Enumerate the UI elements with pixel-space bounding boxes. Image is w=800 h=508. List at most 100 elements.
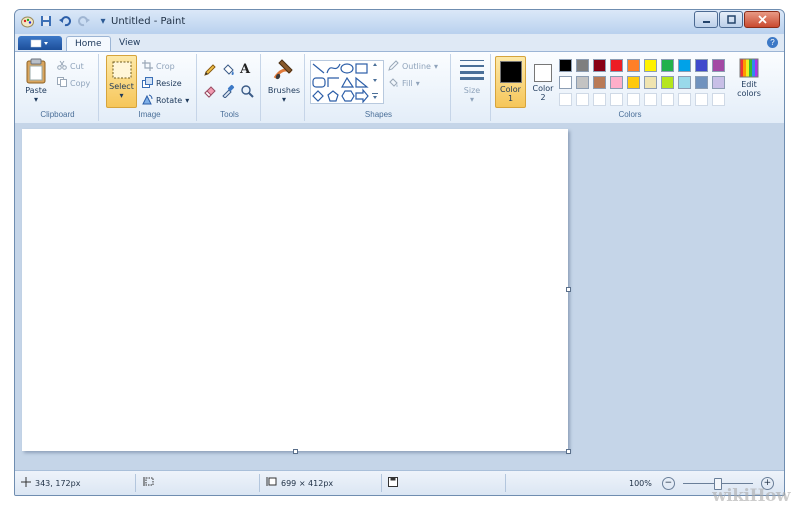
crop-button[interactable]: Crop	[142, 60, 175, 73]
zoom-out-button[interactable]: −	[661, 476, 675, 490]
custom-color-slot[interactable]	[610, 93, 623, 106]
color-palette	[559, 59, 731, 111]
custom-color-slot[interactable]	[695, 93, 708, 106]
palette-color-swatch[interactable]	[678, 76, 691, 89]
outline-button[interactable]: Outline ▾	[388, 60, 438, 73]
color2-number: 2	[540, 93, 546, 102]
eraser-tool[interactable]	[203, 84, 217, 100]
paint-app-icon[interactable]	[20, 14, 34, 28]
resize-handle-right[interactable]	[566, 287, 571, 292]
tools-group-label: Tools	[220, 110, 239, 119]
custom-color-slot[interactable]	[627, 93, 640, 106]
palette-color-swatch[interactable]	[644, 59, 657, 72]
color2-button[interactable]: Color 2	[529, 56, 557, 108]
size-dropdown-icon[interactable]: ▾	[456, 95, 488, 104]
palette-color-swatch[interactable]	[627, 59, 640, 72]
selection-size-icon	[143, 477, 154, 489]
paint-menu-button[interactable]	[18, 36, 62, 50]
palette-color-swatch[interactable]	[695, 76, 708, 89]
magnifier-icon	[240, 84, 254, 100]
select-label: Select	[109, 82, 134, 91]
color1-swatch	[499, 61, 522, 83]
minimize-button[interactable]	[694, 11, 718, 28]
select-dropdown-icon[interactable]: ▾	[107, 91, 136, 100]
fill-button[interactable]: Fill ▾	[388, 77, 420, 90]
edit-colors-button[interactable]: Edit colors	[733, 58, 765, 98]
custom-color-slot[interactable]	[559, 93, 572, 106]
copy-button[interactable]: Copy	[57, 77, 90, 89]
select-button[interactable]: Select ▾	[106, 55, 137, 108]
palette-color-swatch[interactable]	[712, 59, 725, 72]
customize-toolbar-icon[interactable]: ▾	[96, 14, 110, 28]
paste-button[interactable]: Paste ▾	[22, 58, 50, 104]
maximize-button[interactable]	[719, 11, 743, 28]
status-separator	[505, 474, 506, 492]
paste-dropdown-icon[interactable]: ▾	[22, 95, 50, 104]
wikihow-watermark: wikiHow	[712, 486, 790, 506]
outline-label: Outline	[402, 62, 431, 71]
redo-icon[interactable]	[77, 14, 91, 28]
shapes-gallery[interactable]	[310, 60, 384, 104]
color1-button[interactable]: Color 1	[495, 56, 526, 108]
custom-color-slot[interactable]	[661, 93, 674, 106]
resize-button[interactable]: Resize	[142, 77, 182, 90]
colors-group: Color 1 Color 2 Edit colors Colors	[493, 54, 767, 121]
palette-color-swatch[interactable]	[661, 76, 674, 89]
palette-color-swatch[interactable]	[559, 76, 572, 89]
palette-color-swatch[interactable]	[593, 59, 606, 72]
edit-colors-label-2: colors	[737, 89, 761, 98]
resize-handle-corner[interactable]	[566, 449, 571, 454]
save-icon[interactable]	[39, 14, 53, 28]
palette-color-swatch[interactable]	[627, 76, 640, 89]
custom-color-slot[interactable]	[576, 93, 589, 106]
fill-tool[interactable]	[221, 63, 235, 79]
shapes-group-label: Shapes	[364, 110, 393, 119]
palette-color-swatch[interactable]	[661, 59, 674, 72]
brushes-button[interactable]: Brushes ▾	[266, 58, 302, 104]
tools-group: A Tools	[199, 54, 261, 121]
size-label: Size	[463, 86, 481, 95]
pencil-tool[interactable]	[203, 63, 217, 79]
crop-icon	[142, 60, 153, 73]
palette-color-swatch[interactable]	[695, 59, 708, 72]
palette-color-swatch[interactable]	[678, 59, 691, 72]
palette-color-swatch[interactable]	[610, 59, 623, 72]
crop-label: Crop	[156, 62, 175, 71]
fill-dropdown-icon[interactable]: ▾	[416, 79, 420, 88]
custom-color-slot[interactable]	[712, 93, 725, 106]
colors-group-label: Colors	[618, 110, 642, 119]
cursor-position: 343, 172px	[21, 475, 80, 491]
rotate-icon	[142, 94, 153, 107]
undo-icon[interactable]	[58, 14, 72, 28]
cut-button[interactable]: Cut	[57, 60, 84, 72]
rotate-dropdown-icon[interactable]: ▾	[185, 96, 189, 105]
palette-color-swatch[interactable]	[593, 76, 606, 89]
palette-color-swatch[interactable]	[576, 59, 589, 72]
brushes-group: Brushes ▾	[263, 54, 305, 121]
outline-dropdown-icon[interactable]: ▾	[434, 62, 438, 71]
custom-color-slot[interactable]	[593, 93, 606, 106]
fill-label: Fill	[402, 79, 413, 88]
palette-color-swatch[interactable]	[644, 76, 657, 89]
palette-color-swatch[interactable]	[576, 76, 589, 89]
brushes-dropdown-icon[interactable]: ▾	[266, 95, 302, 104]
palette-color-swatch[interactable]	[610, 76, 623, 89]
tab-home[interactable]: Home	[66, 36, 111, 52]
resize-handle-bottom[interactable]	[293, 449, 298, 454]
magnifier-tool[interactable]	[240, 84, 254, 100]
custom-color-slot[interactable]	[644, 93, 657, 106]
text-tool[interactable]: A	[240, 62, 250, 77]
color-picker-tool[interactable]	[221, 84, 235, 100]
select-icon	[111, 60, 133, 82]
size-button[interactable]: Size ▾	[456, 58, 488, 104]
help-icon[interactable]: ?	[767, 37, 778, 48]
rotate-button[interactable]: Rotate ▾	[142, 94, 189, 107]
paint-bucket-icon	[221, 63, 235, 79]
palette-color-swatch[interactable]	[559, 59, 572, 72]
drawing-canvas[interactable]	[22, 129, 571, 454]
tab-view[interactable]: View	[111, 36, 148, 51]
custom-color-slot[interactable]	[678, 93, 691, 106]
palette-color-swatch[interactable]	[712, 76, 725, 89]
zoom-level: 100%	[629, 478, 652, 488]
close-button[interactable]	[744, 11, 780, 28]
